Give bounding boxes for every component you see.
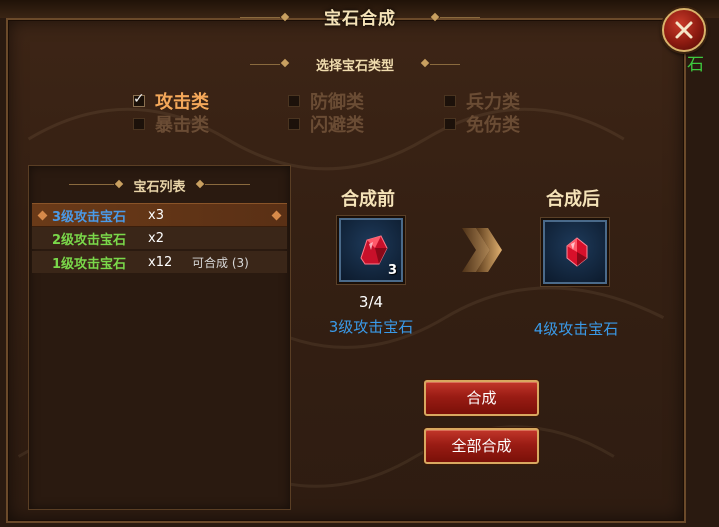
combine-all-button[interactable]: 全部合成: [424, 428, 539, 464]
gem-name: 3级攻击宝石: [52, 209, 127, 225]
gem-list-panel: 宝石列表 3级攻击宝石 x3 2级攻击宝石 x2 1级攻击宝石 x12 可合成 …: [28, 165, 291, 510]
red-gem-icon: [566, 237, 588, 267]
gem-list-row[interactable]: 3级攻击宝石 x3: [32, 203, 287, 227]
after-gem-name: 4级攻击宝石: [533, 320, 619, 338]
gem-list-header: 宝石列表: [29, 166, 290, 204]
category-attack[interactable]: 攻击类: [133, 90, 209, 113]
before-synthesis-label: 合成前: [341, 189, 395, 210]
selection-diamond-icon: [37, 210, 48, 220]
gem-list-row[interactable]: 1级攻击宝石 x12 可合成 (3): [32, 251, 287, 273]
gem-synthesis-window: 宝石合成 石 选择宝石类型 攻击类 防御类 兵力类 暴击类 闪避类 免伤类: [0, 0, 719, 527]
category-damage-reduction[interactable]: 免伤类: [444, 113, 520, 136]
double-chevron-right-icon: [462, 228, 502, 272]
combine-button[interactable]: 合成: [424, 380, 539, 416]
category-damage-reduction-label: 免伤类: [466, 115, 520, 136]
close-button[interactable]: [662, 8, 706, 52]
checkbox-dodge[interactable]: [288, 118, 300, 130]
side-text: 石: [687, 55, 704, 75]
gem-qty: x3: [148, 207, 164, 223]
before-progress-text: 3/4: [358, 293, 384, 311]
category-troops[interactable]: 兵力类: [444, 90, 520, 113]
before-gem-slot[interactable]: 3: [339, 218, 403, 282]
category-crit-label: 暴击类: [155, 115, 209, 136]
category-dodge[interactable]: 闪避类: [288, 113, 364, 136]
checkbox-defense[interactable]: [288, 95, 300, 107]
gem-count-badge: 3: [387, 263, 397, 278]
after-synthesis-label: 合成后: [546, 189, 600, 210]
gem-name: 1级攻击宝石: [52, 256, 127, 272]
checkbox-troops[interactable]: [444, 95, 456, 107]
checkbox-attack[interactable]: [133, 91, 145, 107]
gem-note: 可合成 (3): [192, 255, 249, 270]
checkbox-crit[interactable]: [133, 118, 145, 130]
window-title: 宝石合成: [324, 9, 396, 29]
category-defense[interactable]: 防御类: [288, 90, 364, 113]
selection-diamond-icon: [271, 210, 282, 221]
close-x-icon: [675, 21, 693, 39]
category-section-header: 选择宝石类型: [250, 55, 460, 75]
category-crit[interactable]: 暴击类: [133, 113, 209, 136]
gem-list-title: 宝石列表: [133, 180, 186, 195]
checkbox-damage-reduction[interactable]: [444, 118, 456, 130]
title-bar: 宝石合成: [220, 0, 500, 34]
category-section-title: 选择宝石类型: [315, 59, 394, 74]
gem-list-row[interactable]: 2级攻击宝石 x2: [32, 227, 287, 249]
category-dodge-label: 闪避类: [310, 115, 364, 136]
before-gem-name: 3级攻击宝石: [328, 318, 414, 336]
after-gem-slot[interactable]: [543, 220, 607, 284]
gem-qty: x12: [148, 254, 173, 270]
gem-qty: x2: [148, 230, 164, 246]
gem-name: 2级攻击宝石: [52, 232, 127, 248]
